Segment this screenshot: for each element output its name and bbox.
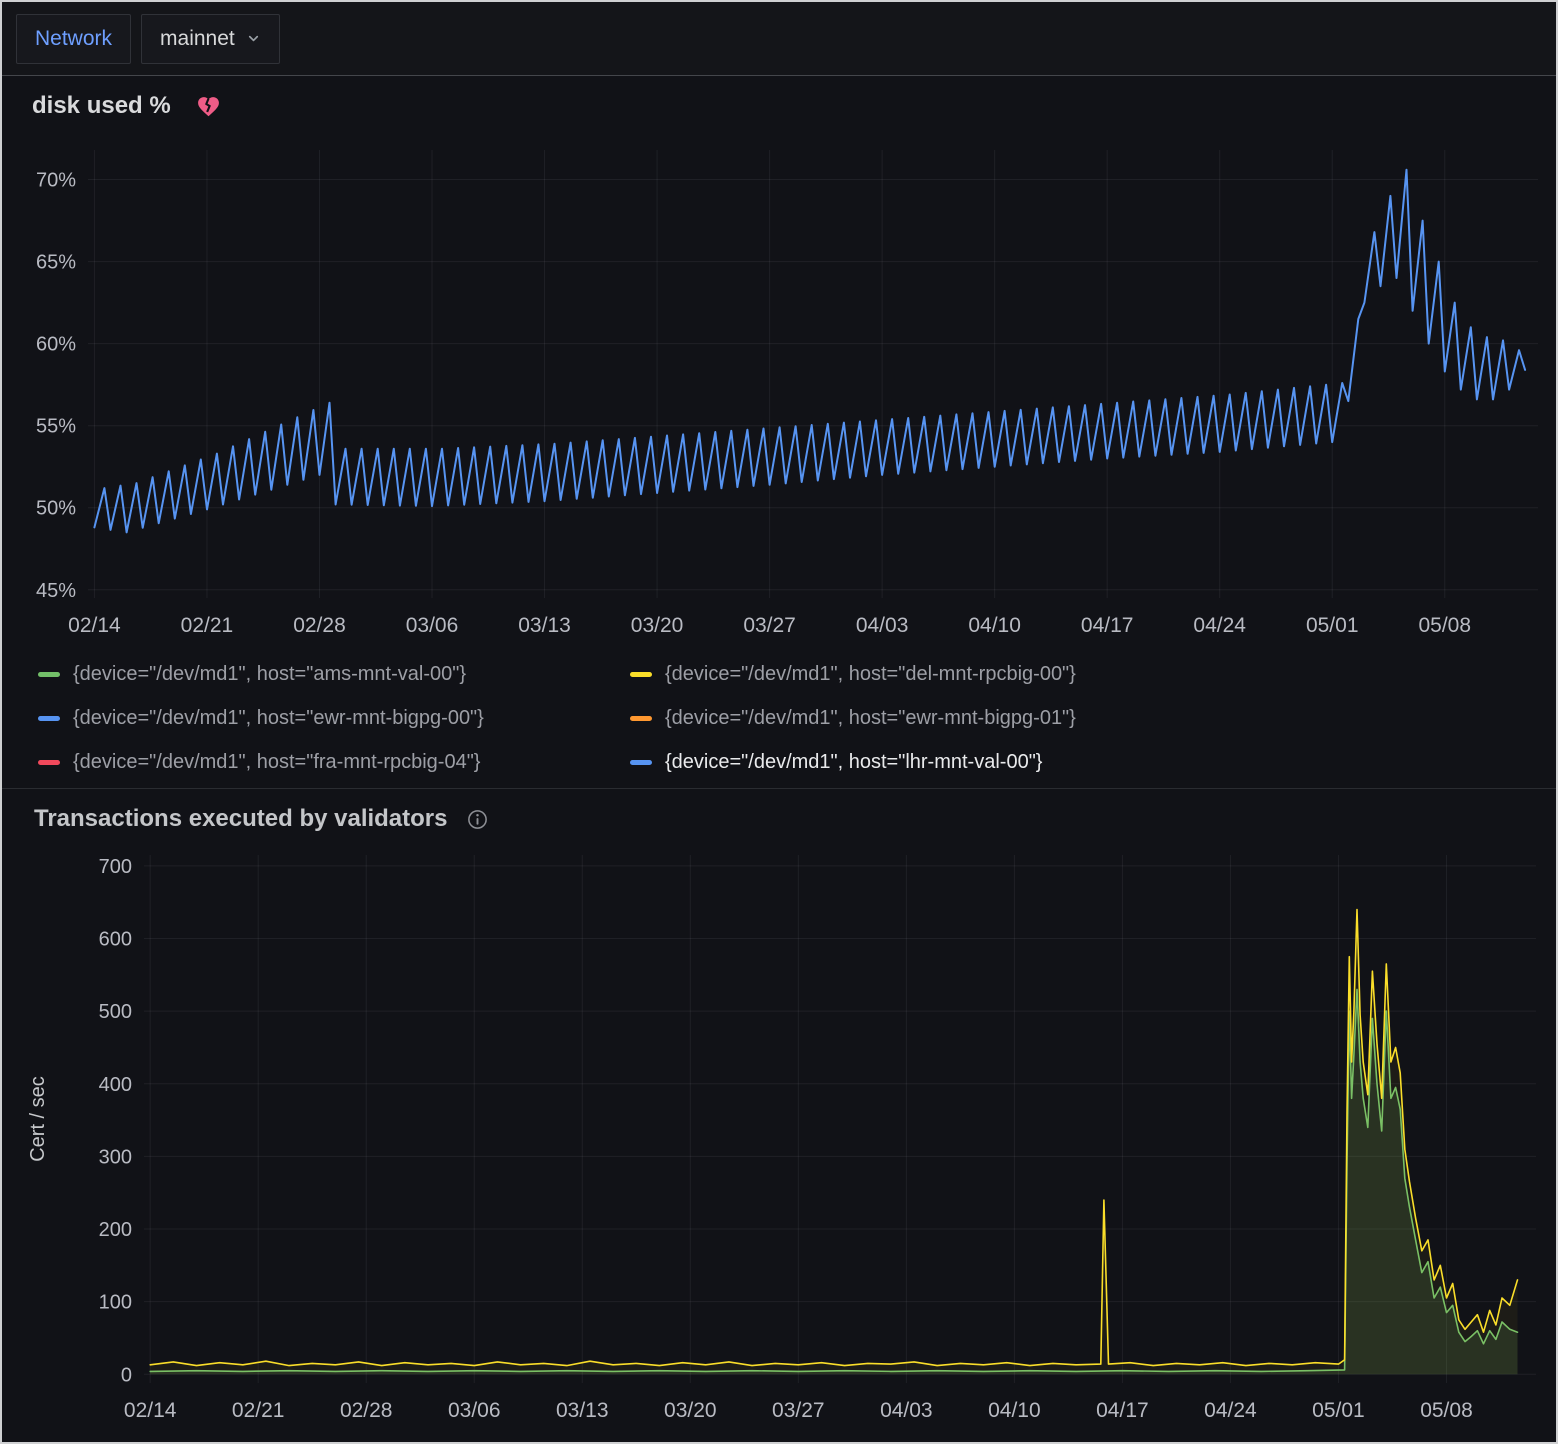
svg-text:03/27: 03/27 [772,1399,825,1422]
svg-text:50%: 50% [36,498,76,520]
legend-item-label: {device="/dev/md1", host="ams-mnt-val-00… [73,662,466,686]
series-color-dash [38,672,60,677]
panel-disk-used-header: disk used % [2,76,1556,126]
svg-text:60%: 60% [36,334,76,356]
series-color-dash [630,716,652,721]
legend-item[interactable]: {device="/dev/md1", host="ewr-mnt-bigpg-… [630,706,1546,730]
svg-text:04/03: 04/03 [856,614,909,637]
svg-text:45%: 45% [36,580,76,602]
chart-canvas: 0 100 200 300 400 500 600 700 02/14 02/21 02/28 03/… [2,839,1556,1439]
svg-text:03/13: 03/13 [518,614,571,637]
series-color-dash [38,760,60,765]
grid [144,855,1536,1383]
grid [88,150,1538,598]
network-variable-value: mainnet [160,27,235,51]
svg-text:02/14: 02/14 [124,1399,177,1422]
svg-text:04/24: 04/24 [1193,614,1246,637]
network-variable-select[interactable]: mainnet [141,14,280,64]
y-axis-title: Cert / sec [27,1076,49,1162]
panel-disk-used: disk used % 45% 50% 55% 60% 65% 70% 02/14 02/21… [2,76,1556,789]
legend-item[interactable]: {device="/dev/md1", host="ams-mnt-val-00… [38,662,630,686]
svg-text:02/14: 02/14 [68,614,121,637]
legend-item[interactable]: {device="/dev/md1", host="lhr-mnt-val-00… [630,750,1546,774]
axis-labels: 0 100 200 300 400 500 600 700 02/14 02/21 02/28 03/… [99,856,1473,1422]
svg-text:0: 0 [121,1364,132,1386]
legend-item[interactable]: {device="/dev/md1", host="ewr-mnt-bigpg-… [38,706,630,730]
svg-text:02/28: 02/28 [293,614,346,637]
svg-text:03/06: 03/06 [406,614,459,637]
svg-text:02/21: 02/21 [232,1399,285,1422]
legend-item-label: {device="/dev/md1", host="ewr-mnt-bigpg-… [665,706,1076,730]
transactions-chart[interactable]: 0 100 200 300 400 500 600 700 02/14 02/21 02/28 03/… [2,839,1556,1439]
legend-item[interactable]: {device="/dev/md1", host="del-mnt-rpcbig… [630,662,1546,686]
series-line [94,170,1525,533]
disk-used-chart[interactable]: 45% 50% 55% 60% 65% 70% 02/14 02/21 02/28 03/06 03… [2,126,1556,646]
svg-text:700: 700 [99,856,132,878]
svg-text:500: 500 [99,1001,132,1023]
svg-text:02/21: 02/21 [181,614,234,637]
svg-text:05/01: 05/01 [1312,1399,1365,1422]
legend-item-label: {device="/dev/md1", host="del-mnt-rpcbig… [665,662,1076,686]
svg-text:03/06: 03/06 [448,1399,501,1422]
dashboard-controls: Network mainnet [2,2,1556,76]
svg-text:100: 100 [99,1292,132,1314]
legend-item-label: {device="/dev/md1", host="ewr-mnt-bigpg-… [73,706,484,730]
network-variable-label: Network [16,14,131,64]
svg-text:03/20: 03/20 [631,614,684,637]
svg-text:70%: 70% [36,170,76,192]
legend-item-label: {device="/dev/md1", host="fra-mnt-rpcbig… [73,750,481,774]
svg-text:03/20: 03/20 [664,1399,717,1422]
svg-text:03/27: 03/27 [743,614,796,637]
series-line [150,910,1517,1366]
svg-text:05/08: 05/08 [1420,1399,1473,1422]
svg-text:05/08: 05/08 [1418,614,1471,637]
series-color-dash [630,672,652,677]
svg-text:02/28: 02/28 [340,1399,393,1422]
svg-text:04/17: 04/17 [1096,1399,1149,1422]
grafana-dashboard: Network mainnet disk used % 45% 50% 55% 60%… [0,0,1558,1444]
svg-text:600: 600 [99,929,132,951]
svg-text:200: 200 [99,1219,132,1241]
svg-text:04/17: 04/17 [1081,614,1134,637]
svg-text:04/10: 04/10 [968,614,1021,637]
series-line [150,989,1517,1371]
svg-text:04/10: 04/10 [988,1399,1041,1422]
series-fill [150,910,1517,1375]
legend-item-label: {device="/dev/md1", host="lhr-mnt-val-00… [665,750,1042,774]
panel-title-disk-used[interactable]: disk used % [32,92,171,120]
panel-transactions: Transactions executed by validators 0 100… [2,789,1556,1442]
svg-text:55%: 55% [36,416,76,438]
svg-text:65%: 65% [36,252,76,274]
disk-used-legend: {device="/dev/md1", host="ams-mnt-val-00… [2,646,1556,788]
alert-broken-heart-icon [195,94,222,119]
axis-labels: 45% 50% 55% 60% 65% 70% 02/14 02/21 02/28 03/06 03… [36,170,1471,637]
svg-text:300: 300 [99,1146,132,1168]
svg-text:04/03: 04/03 [880,1399,933,1422]
panel-transactions-header: Transactions executed by validators [2,789,1556,839]
series-fill [150,989,1517,1374]
svg-text:400: 400 [99,1074,132,1096]
chart-canvas: 45% 50% 55% 60% 65% 70% 02/14 02/21 02/28 03/06 03… [2,126,1556,646]
info-circle-icon[interactable] [466,808,489,831]
svg-text:05/01: 05/01 [1306,614,1359,637]
series-color-dash [630,760,652,765]
panel-title-transactions[interactable]: Transactions executed by validators [34,805,448,833]
series-color-dash [38,716,60,721]
chevron-down-icon [246,31,261,46]
legend-item[interactable]: {device="/dev/md1", host="fra-mnt-rpcbig… [38,750,630,774]
svg-text:04/24: 04/24 [1204,1399,1257,1422]
svg-text:03/13: 03/13 [556,1399,609,1422]
